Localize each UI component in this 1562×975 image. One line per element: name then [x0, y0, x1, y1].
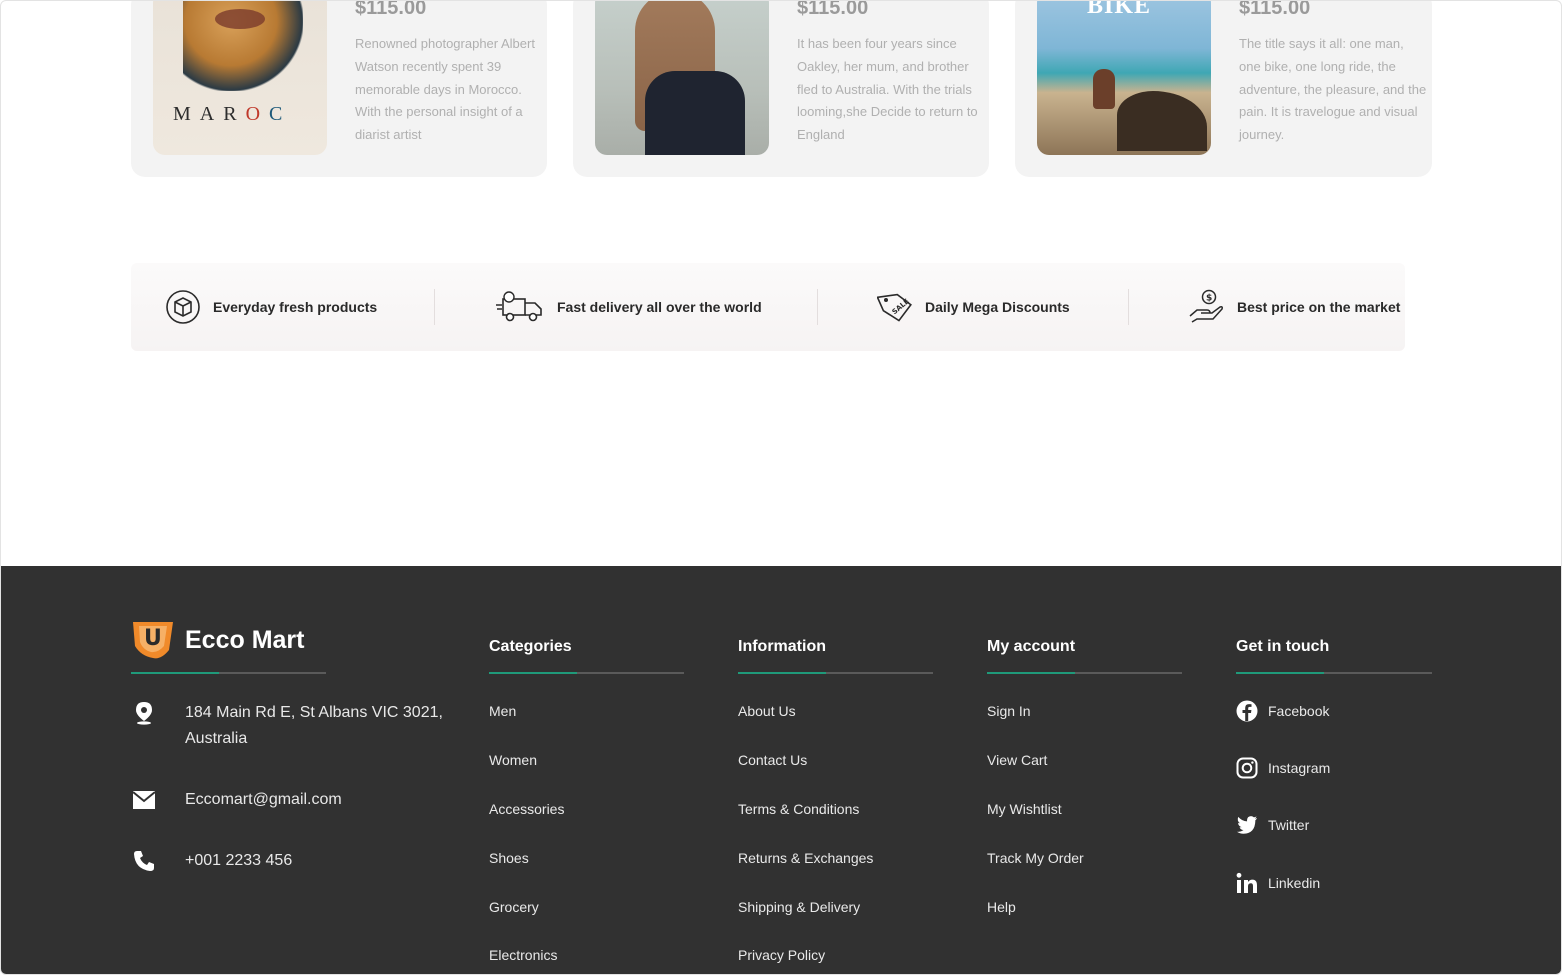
footer-link-electronics[interactable]: Electronics — [489, 947, 557, 963]
footer-link-shoes[interactable]: Shoes — [489, 850, 529, 866]
product-price: $115.00 — [797, 0, 869, 19]
brand[interactable]: U Ecco Mart — [131, 620, 304, 660]
twitter-icon — [1236, 816, 1258, 834]
svg-text:$: $ — [1206, 294, 1212, 304]
cover-artwork — [1117, 91, 1207, 151]
footer-link-men[interactable]: Men — [489, 703, 516, 719]
product-price: $115.00 — [1239, 0, 1311, 19]
footer-link-about-us[interactable]: About Us — [738, 703, 796, 719]
product-description: Renowned photographer Albert Watson rece… — [355, 36, 535, 143]
page: MAROC $115.00 Renowned photographer Albe… — [0, 0, 1562, 975]
divider — [817, 289, 818, 325]
footer-link-returns[interactable]: Returns & Exchanges — [738, 850, 873, 866]
brand-name: Ecco Mart — [185, 625, 305, 654]
feature-label: Fast delivery all over the world — [557, 299, 762, 315]
linkedin-icon — [1236, 872, 1257, 893]
footer-link-accessories[interactable]: Accessories — [489, 801, 564, 817]
heading-underline — [987, 672, 1182, 674]
footer: U Ecco Mart 184 Main Rd E, St Albans VIC… — [1, 566, 1561, 974]
footer-link-wishlist[interactable]: My Wishtlist — [987, 801, 1062, 817]
brand-logo-icon: U — [133, 622, 173, 659]
address: 184 Main Rd E, St Albans VIC 3021, Austr… — [131, 700, 445, 752]
footer-link-track-order[interactable]: Track My Order — [987, 850, 1084, 866]
cover-artwork-detail — [1093, 69, 1115, 109]
product-cover-image[interactable]: MAROC — [153, 1, 327, 155]
facebook-link[interactable]: Facebook — [1268, 703, 1329, 719]
information-heading: Information — [738, 638, 826, 655]
facebook-icon — [1236, 700, 1258, 722]
divider — [1128, 289, 1129, 325]
product-card[interactable]: BIKE $115.00 The title says it all: one … — [1015, 0, 1432, 177]
heading-underline — [738, 672, 933, 674]
phone-link[interactable]: +001 2233 456 — [185, 848, 292, 874]
divider — [434, 289, 435, 325]
product-description: It has been four years since Oakley, her… — [797, 36, 978, 143]
product-price: $115.00 — [355, 0, 427, 19]
heading-underline — [131, 672, 326, 674]
feature-daily-discounts: SALE Daily Mega Discounts — [877, 263, 1070, 351]
footer-link-grocery[interactable]: Grocery — [489, 899, 539, 915]
footer-link-contact-us[interactable]: Contact Us — [738, 752, 807, 768]
cover-artwork-detail — [645, 71, 745, 155]
instagram-icon — [1236, 757, 1258, 779]
twitter-link[interactable]: Twitter — [1268, 817, 1309, 833]
heading-underline — [489, 672, 684, 674]
feature-fresh-products: Everyday fresh products — [165, 263, 377, 351]
email[interactable]: Eccomart@gmail.com — [131, 787, 342, 813]
product-cover-image[interactable]: BIKE — [1037, 0, 1211, 155]
features-strip: Everyday fresh products Fast delivery al… — [131, 263, 1405, 351]
footer-link-women[interactable]: Women — [489, 752, 537, 768]
footer-link-sign-in[interactable]: Sign In — [987, 703, 1031, 719]
contact-heading: Get in touch — [1236, 638, 1330, 655]
location-pin-icon — [131, 700, 157, 726]
feature-fast-delivery: Fast delivery all over the world — [495, 263, 762, 351]
mail-icon — [131, 787, 157, 813]
footer-link-view-cart[interactable]: View Cart — [987, 752, 1047, 768]
email-link[interactable]: Eccomart@gmail.com — [185, 787, 342, 813]
heading-underline — [1236, 672, 1432, 674]
account-heading: My account — [987, 638, 1076, 655]
product-description: The title says it all: one man, one bike… — [1239, 36, 1427, 143]
social-twitter[interactable]: Twitter — [1236, 815, 1309, 835]
instagram-link[interactable]: Instagram — [1268, 760, 1330, 776]
sale-tag-icon: SALE — [877, 293, 912, 322]
phone-icon — [131, 848, 157, 874]
footer-link-terms[interactable]: Terms & Conditions — [738, 801, 859, 817]
box-icon — [166, 290, 200, 324]
categories-heading: Categories — [489, 638, 572, 655]
svg-text:U: U — [144, 626, 162, 651]
feature-best-price: $ Best price on the market — [1187, 263, 1400, 351]
footer-link-help[interactable]: Help — [987, 899, 1016, 915]
cover-artwork-detail — [215, 9, 265, 29]
linkedin-link[interactable]: Linkedin — [1268, 875, 1320, 891]
cover-title: MAROC — [173, 103, 292, 125]
cover-title: BIKE — [1087, 0, 1152, 19]
feature-label: Best price on the market — [1237, 299, 1401, 315]
product-card[interactable]: MAROC $115.00 Renowned photographer Albe… — [131, 0, 547, 177]
svg-text:SALE: SALE — [891, 297, 911, 316]
address-text: 184 Main Rd E, St Albans VIC 3021, Austr… — [185, 704, 443, 747]
social-facebook[interactable]: Facebook — [1236, 700, 1329, 722]
feature-label: Daily Mega Discounts — [925, 299, 1070, 315]
product-card[interactable]: $115.00 It has been four years since Oak… — [573, 0, 989, 177]
footer-link-privacy[interactable]: Privacy Policy — [738, 947, 825, 963]
feature-label: Everyday fresh products — [213, 299, 378, 315]
phone[interactable]: +001 2233 456 — [131, 848, 292, 874]
product-cover-image[interactable] — [595, 1, 769, 155]
delivery-truck-icon — [496, 291, 542, 322]
social-instagram[interactable]: Instagram — [1236, 757, 1330, 779]
hand-coin-icon: $ — [1189, 289, 1223, 323]
social-linkedin[interactable]: Linkedin — [1236, 872, 1320, 894]
footer-link-shipping[interactable]: Shipping & Delivery — [738, 899, 860, 915]
